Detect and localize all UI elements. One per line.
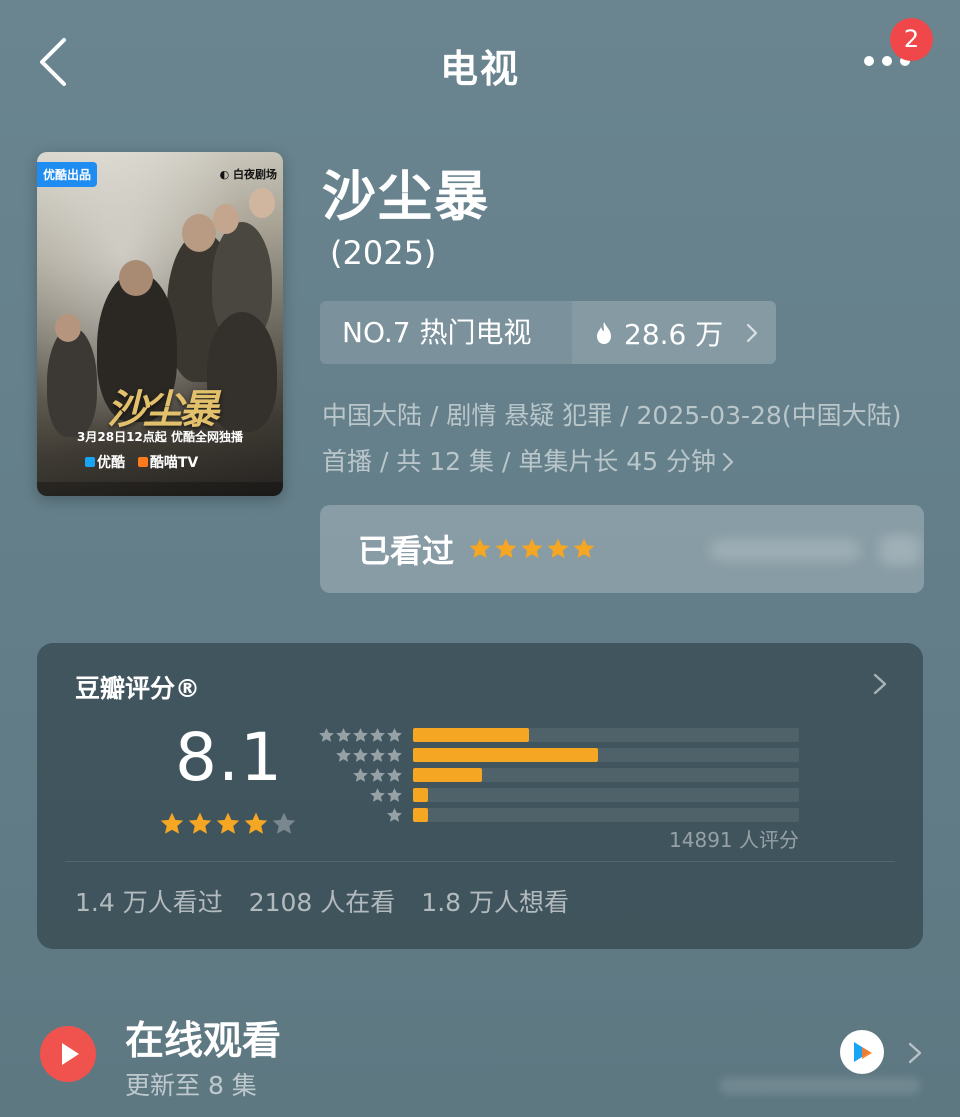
distribution-stars-2 bbox=[313, 787, 403, 807]
more-dot-icon bbox=[864, 56, 874, 66]
poster-figure-head bbox=[55, 314, 81, 342]
star-icon bbox=[370, 748, 385, 762]
star-icon bbox=[319, 728, 334, 742]
star-icon bbox=[469, 538, 491, 558]
distribution-stars-3 bbox=[313, 767, 403, 787]
my-rating-card[interactable]: 已看过 bbox=[320, 505, 924, 593]
distribution-bar-track bbox=[413, 768, 799, 782]
distribution-stars-5 bbox=[313, 727, 403, 747]
poster-credits-strip bbox=[37, 482, 283, 496]
poster-figure bbox=[207, 312, 277, 432]
star-icon bbox=[521, 538, 543, 558]
watched-count[interactable]: 1.4 万人看过 bbox=[75, 883, 223, 919]
flame-icon bbox=[597, 321, 611, 344]
watched-label: 已看过 bbox=[358, 532, 455, 570]
top-bar: 电视 2 bbox=[0, 0, 960, 125]
poster-title-art: 沙尘暴 bbox=[107, 387, 219, 433]
my-rating-stars bbox=[468, 537, 596, 561]
show-year: (2025) bbox=[330, 234, 437, 272]
chevron-right-icon bbox=[746, 323, 758, 342]
star-icon bbox=[336, 748, 351, 762]
star-icon bbox=[188, 812, 212, 834]
star-icon bbox=[353, 768, 368, 782]
play-icon bbox=[40, 1026, 96, 1082]
heat-value: 28.6 万 bbox=[624, 317, 724, 351]
star-icon bbox=[387, 728, 402, 742]
online-watch-row[interactable]: 在线观看 更新至 8 集 bbox=[0, 990, 960, 1117]
distribution-bar-3 bbox=[413, 768, 482, 782]
platform-label: 酷喵TV bbox=[149, 455, 199, 471]
rank-label: NO.7 热门电视 bbox=[342, 316, 532, 349]
star-icon bbox=[370, 768, 385, 782]
chevron-right-icon bbox=[722, 452, 734, 472]
rating-score-stars bbox=[159, 811, 297, 837]
distribution-stars-4 bbox=[313, 747, 403, 767]
star-icon bbox=[387, 788, 402, 802]
poster-figure bbox=[47, 327, 97, 437]
chevron-right-icon bbox=[873, 673, 887, 695]
distribution-bar-track bbox=[413, 808, 799, 822]
youku-logo-icon bbox=[85, 457, 95, 467]
divider bbox=[65, 861, 895, 862]
heat-section: 28.6 万 bbox=[572, 301, 776, 364]
star-icon bbox=[495, 538, 517, 558]
star-icon bbox=[244, 812, 268, 834]
star-icon bbox=[573, 538, 595, 558]
poster-release-line: 3月28日12点起 优酷全网独播 bbox=[77, 430, 243, 444]
star-icon bbox=[336, 728, 351, 742]
star-icon bbox=[272, 812, 296, 834]
notification-badge: 2 bbox=[890, 18, 933, 61]
distribution-bar-2 bbox=[413, 788, 428, 802]
poster-figure-head bbox=[119, 260, 153, 296]
distribution-stars-1 bbox=[313, 807, 403, 827]
poster-producer-tag: 优酷出品 bbox=[37, 162, 98, 187]
show-meta-info[interactable]: 中国大陆 / 剧情 悬疑 犯罪 / 2025-03-28(中国大陆) 首播 / … bbox=[322, 393, 922, 485]
page-title: 电视 bbox=[439, 47, 520, 91]
rater-count: 14891 人评分 bbox=[669, 828, 799, 852]
audience-counts: 1.4 万人看过 2108 人在看 1.8 万人想看 bbox=[75, 883, 569, 919]
distribution-bar-track bbox=[413, 728, 799, 742]
distribution-bar-5 bbox=[413, 728, 529, 742]
star-icon bbox=[387, 748, 402, 762]
watching-count[interactable]: 2108 人在看 bbox=[249, 883, 396, 919]
kumiao-logo-icon bbox=[137, 457, 148, 467]
star-icon bbox=[353, 748, 368, 762]
star-icon bbox=[370, 728, 385, 742]
poster-platforms: 优酷 酷喵TV bbox=[77, 452, 198, 472]
want-count[interactable]: 1.8 万人想看 bbox=[421, 883, 569, 919]
poster-figure-head bbox=[249, 188, 275, 218]
rating-score: 8.1 bbox=[175, 719, 283, 796]
show-title: 沙尘暴 bbox=[322, 165, 490, 228]
distribution-bar-track bbox=[413, 788, 799, 802]
distribution-bar-1 bbox=[413, 808, 428, 822]
douban-rating-card[interactable]: 豆瓣评分® 8.1 14891 人评分 1.4 万人看过 2108 人在看 1.… bbox=[37, 643, 923, 949]
show-meta-text: 中国大陆 / 剧情 悬疑 犯罪 / 2025-03-28(中国大陆) 首播 / … bbox=[322, 401, 902, 476]
chevron-right-icon bbox=[908, 1042, 922, 1064]
star-icon bbox=[216, 812, 240, 834]
blurred-content bbox=[880, 535, 920, 565]
star-icon bbox=[547, 538, 569, 558]
star-icon bbox=[387, 808, 402, 822]
distribution-bar-4 bbox=[413, 748, 598, 762]
distribution-bar-track bbox=[413, 748, 799, 762]
star-icon bbox=[387, 768, 402, 782]
poster-studio-logo: ◐ 白夜剧场 bbox=[219, 168, 277, 181]
online-watch-title: 在线观看 bbox=[125, 1019, 282, 1064]
star-icon bbox=[353, 728, 368, 742]
star-icon bbox=[370, 788, 385, 802]
star-icon bbox=[160, 812, 184, 834]
watermark bbox=[720, 1078, 920, 1094]
ranking-chip[interactable]: NO.7 热门电视 28.6 万 bbox=[320, 301, 776, 364]
poster-figure-head bbox=[182, 214, 216, 252]
more-dot-icon bbox=[882, 56, 892, 66]
youku-app-icon bbox=[840, 1030, 884, 1074]
poster-image[interactable]: 优酷出品 ◐ 白夜剧场 沙尘暴 3月28日12点起 优酷全网独播 优酷 酷喵TV bbox=[37, 152, 283, 496]
platform-label: 优酷 bbox=[97, 455, 125, 471]
online-watch-subtitle: 更新至 8 集 bbox=[125, 1071, 257, 1100]
blurred-content bbox=[710, 539, 860, 561]
rating-card-title: 豆瓣评分® bbox=[75, 674, 201, 703]
poster-figure-head bbox=[213, 204, 239, 234]
